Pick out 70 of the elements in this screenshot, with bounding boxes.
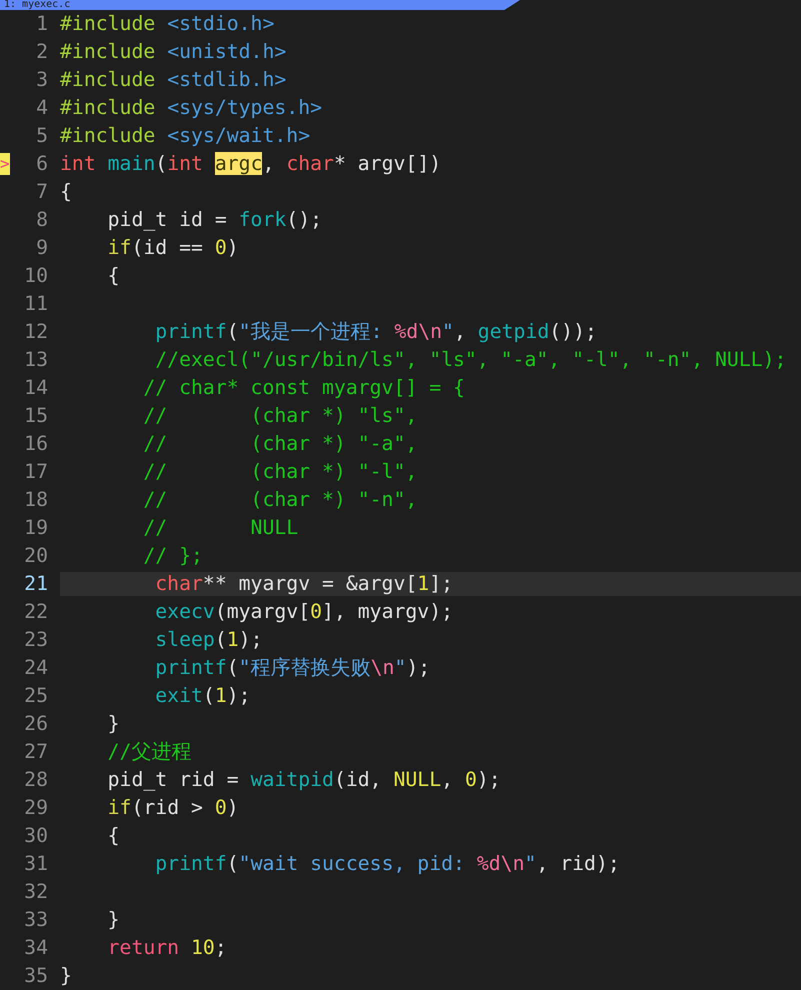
line-number: 4 [35, 95, 48, 122]
line-number: 25 [23, 683, 48, 710]
code-line: pid_t rid = waitpid(id, NULL, 0); [106, 767, 501, 794]
line-number: 5 [35, 123, 48, 150]
code-line: #include <stdio.h> [60, 11, 274, 38]
line-number: 8 [35, 207, 48, 234]
line-number: 9 [35, 235, 48, 262]
code-line: printf("我是一个进程: %d\n", getpid()); [154, 319, 597, 346]
line-number: 11 [23, 291, 48, 318]
code-line: // }; [142, 543, 203, 570]
code-line: //父进程 [106, 739, 192, 766]
line-number: 17 [23, 459, 48, 486]
line-number: 28 [23, 767, 48, 794]
code-line: // (char *) "-n", [142, 487, 418, 514]
line-number: 22 [23, 599, 48, 626]
code-line: execv(myargv[0], myargv); [154, 599, 454, 626]
line-number: 27 [23, 739, 48, 766]
line-number: 10 [23, 263, 48, 290]
line-number: 18 [23, 487, 48, 514]
code-line: pid_t id = fork(); [106, 207, 322, 234]
line-number: 2 [35, 39, 48, 66]
code-line: { [106, 823, 120, 850]
code-line: { [60, 179, 72, 206]
line-number: 14 [23, 375, 48, 402]
code-line: if(id == 0) [106, 235, 239, 262]
line-number: 31 [23, 851, 48, 878]
code-line: return 10; [106, 935, 227, 962]
breakpoint-marker: > [0, 153, 10, 175]
line-number: 1 [35, 11, 48, 38]
line-number: 6 [35, 151, 48, 178]
line-number: 24 [23, 655, 48, 682]
code-line: #include <sys/wait.h> [60, 123, 310, 150]
line-number: 29 [23, 795, 48, 822]
code-line: exit(1); [154, 683, 251, 710]
line-number: 16 [23, 431, 48, 458]
line-number: 19 [23, 515, 48, 542]
code-line: #include <sys/types.h> [60, 95, 322, 122]
code-line: // (char *) "ls", [142, 403, 418, 430]
line-number: 35 [23, 963, 48, 990]
line-number: 20 [23, 543, 48, 570]
line-number: 32 [23, 879, 48, 906]
line-number: 13 [23, 347, 48, 374]
line-number: 34 [23, 935, 48, 962]
line-number: 33 [23, 907, 48, 934]
code-line: printf("程序替换失败\n"); [154, 655, 430, 682]
line-number: 23 [23, 627, 48, 654]
line-number: 26 [23, 711, 48, 738]
code-line: } [106, 907, 120, 934]
line-number: 30 [23, 823, 48, 850]
code-line: } [60, 963, 72, 990]
line-number: 21 [23, 571, 48, 598]
code-line: { [106, 263, 120, 290]
line-number: 12 [23, 319, 48, 346]
line-number: 7 [35, 179, 48, 206]
code-line: printf("wait success, pid: %d\n", rid); [154, 851, 620, 878]
code-line: //execl("/usr/bin/ls", "ls", "-a", "-l", "-n", NULL); [154, 347, 786, 374]
code-line: } [106, 711, 120, 738]
code-line: if(rid > 0) [106, 795, 239, 822]
code-line: sleep(1); [154, 627, 262, 654]
code-line: char** myargv = &argv[1]; [154, 571, 454, 598]
line-number: 3 [35, 67, 48, 94]
code-line: #include <unistd.h> [60, 39, 286, 66]
line-number: 15 [23, 403, 48, 430]
code-line: #include <stdlib.h> [60, 67, 286, 94]
file-tab[interactable]: 1: myexec.c [0, 0, 520, 10]
code-line: // (char *) "-l", [142, 459, 418, 486]
code-line: // char* const myargv[] = { [142, 375, 465, 402]
code-line: // NULL [142, 515, 298, 542]
code-line: int main(int argc, char* argv[]) [60, 151, 442, 178]
code-line: // (char *) "-a", [142, 431, 418, 458]
